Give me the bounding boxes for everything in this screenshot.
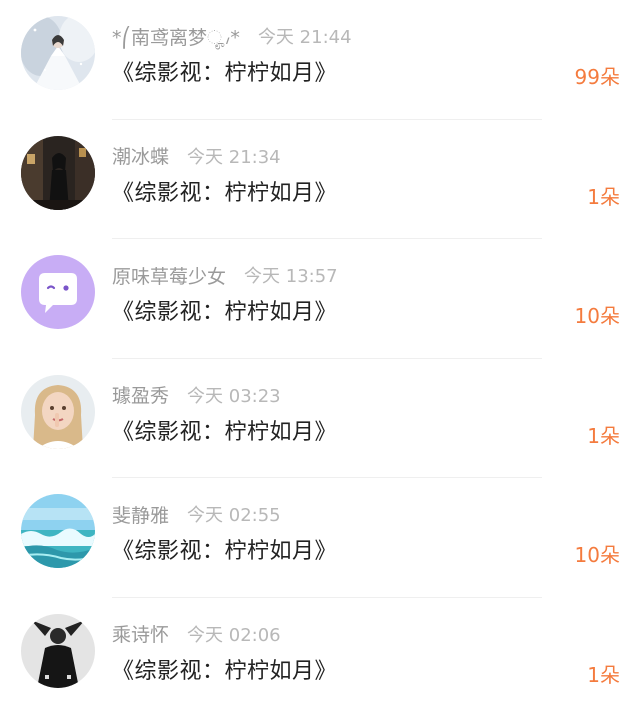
username[interactable]: 潮冰蝶: [112, 142, 169, 169]
girl-portrait-avatar-icon[interactable]: [21, 375, 95, 449]
book-title[interactable]: 《综影视：柠柠如月》: [112, 653, 337, 685]
list-item[interactable]: 璩盈秀 今天 03:23 《综影视：柠柠如月》 1朵: [0, 359, 640, 479]
ocean-wave-avatar-icon[interactable]: [21, 494, 95, 568]
timestamp: 今天 13:57: [244, 262, 338, 288]
flower-count: 99朵: [575, 61, 620, 90]
book-title[interactable]: 《综影视：柠柠如月》: [112, 55, 337, 87]
chat-bubble-avatar-icon[interactable]: [21, 255, 95, 329]
list-item[interactable]: 潮冰蝶 今天 21:34 《综影视：柠柠如月》 1朵: [0, 120, 640, 240]
timestamp: 今天 02:06: [187, 621, 281, 647]
username[interactable]: 斐静雅: [112, 501, 169, 528]
timestamp: 今天 21:34: [187, 143, 281, 169]
flower-count: 1朵: [587, 659, 620, 688]
username[interactable]: 璩盈秀: [112, 381, 169, 408]
snow-bride-avatar-icon[interactable]: [21, 16, 95, 90]
book-title[interactable]: 《综影视：柠柠如月》: [112, 414, 337, 446]
list-item[interactable]: 乘诗怀 今天 02:06 《综影视：柠柠如月》 1朵: [0, 598, 640, 717]
flower-count: 1朵: [587, 420, 620, 449]
book-title[interactable]: 《综影视：柠柠如月》: [112, 294, 337, 326]
username[interactable]: 乘诗怀: [112, 620, 169, 647]
list-item[interactable]: 原味草莓少女 今天 13:57 《综影视：柠柠如月》 10朵: [0, 239, 640, 359]
timestamp: 今天 02:55: [187, 501, 281, 527]
username[interactable]: *⎛南鸢离梦ೄ៸*: [112, 23, 240, 50]
reward-list: *⎛南鸢离梦ೄ៸* 今天 21:44 《综影视：柠柠如月》 99朵 潮冰蝶 今天…: [0, 0, 640, 708]
book-title[interactable]: 《综影视：柠柠如月》: [112, 175, 337, 207]
dark-street-avatar-icon[interactable]: [21, 136, 95, 210]
timestamp: 今天 21:44: [258, 23, 352, 49]
flower-count: 10朵: [575, 539, 620, 568]
timestamp: 今天 03:23: [187, 382, 281, 408]
list-item[interactable]: 斐静雅 今天 02:55 《综影视：柠柠如月》 10朵: [0, 478, 640, 598]
bw-figure-avatar-icon[interactable]: [21, 614, 95, 688]
flower-count: 1朵: [587, 181, 620, 210]
list-item[interactable]: *⎛南鸢离梦ೄ៸* 今天 21:44 《综影视：柠柠如月》 99朵: [0, 0, 640, 120]
flower-count: 10朵: [575, 300, 620, 329]
book-title[interactable]: 《综影视：柠柠如月》: [112, 533, 337, 565]
username[interactable]: 原味草莓少女: [112, 262, 226, 289]
